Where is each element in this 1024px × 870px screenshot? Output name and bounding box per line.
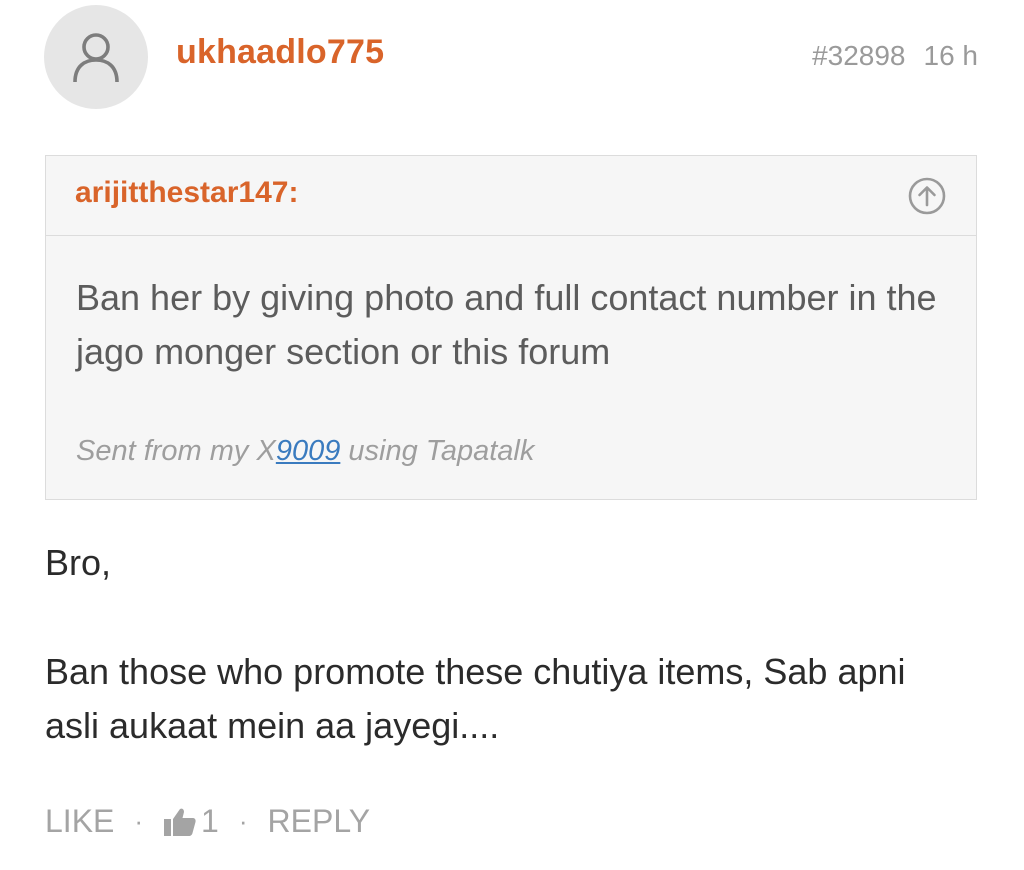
- action-separator: ·: [238, 806, 248, 836]
- forum-post: ukhaadlo775 #32898 16 h arijitthestar147:…: [0, 0, 1024, 870]
- like-count[interactable]: 1: [163, 803, 219, 840]
- post-actions: LIKE · 1 · REPLY: [45, 803, 370, 840]
- quote-header: arijitthestar147:: [46, 156, 976, 236]
- like-count-value: 1: [201, 803, 219, 839]
- quote-author[interactable]: arijitthestar147:: [75, 176, 298, 210]
- post-time: 16 h: [923, 40, 979, 71]
- signature-prefix: Sent from my X: [76, 435, 276, 467]
- user-outline-icon: [73, 33, 119, 83]
- avatar[interactable]: [44, 5, 148, 109]
- post-body-text: Ban those who promote these chutiya item…: [45, 651, 906, 746]
- like-button[interactable]: LIKE: [45, 803, 114, 840]
- arrow-up-circle-icon[interactable]: [907, 176, 947, 216]
- quote-signature: Sent from my X9009 using Tapatalk: [76, 435, 534, 468]
- reply-button[interactable]: REPLY: [268, 803, 371, 840]
- quote-block: arijitthestar147: Ban her by giving phot…: [45, 155, 977, 500]
- action-separator: ·: [134, 806, 144, 836]
- post-meta: #32898 16 h: [812, 40, 978, 72]
- signature-suffix: using Tapatalk: [340, 435, 535, 467]
- quote-text: Ban her by giving photo and full contact…: [76, 277, 937, 372]
- thumbs-up-icon: [164, 808, 196, 836]
- post-greeting: Bro,: [45, 542, 112, 583]
- signature-device-link[interactable]: 9009: [276, 435, 341, 467]
- post-number[interactable]: #32898: [812, 40, 905, 71]
- post-author-username[interactable]: ukhaadlo775: [176, 33, 384, 72]
